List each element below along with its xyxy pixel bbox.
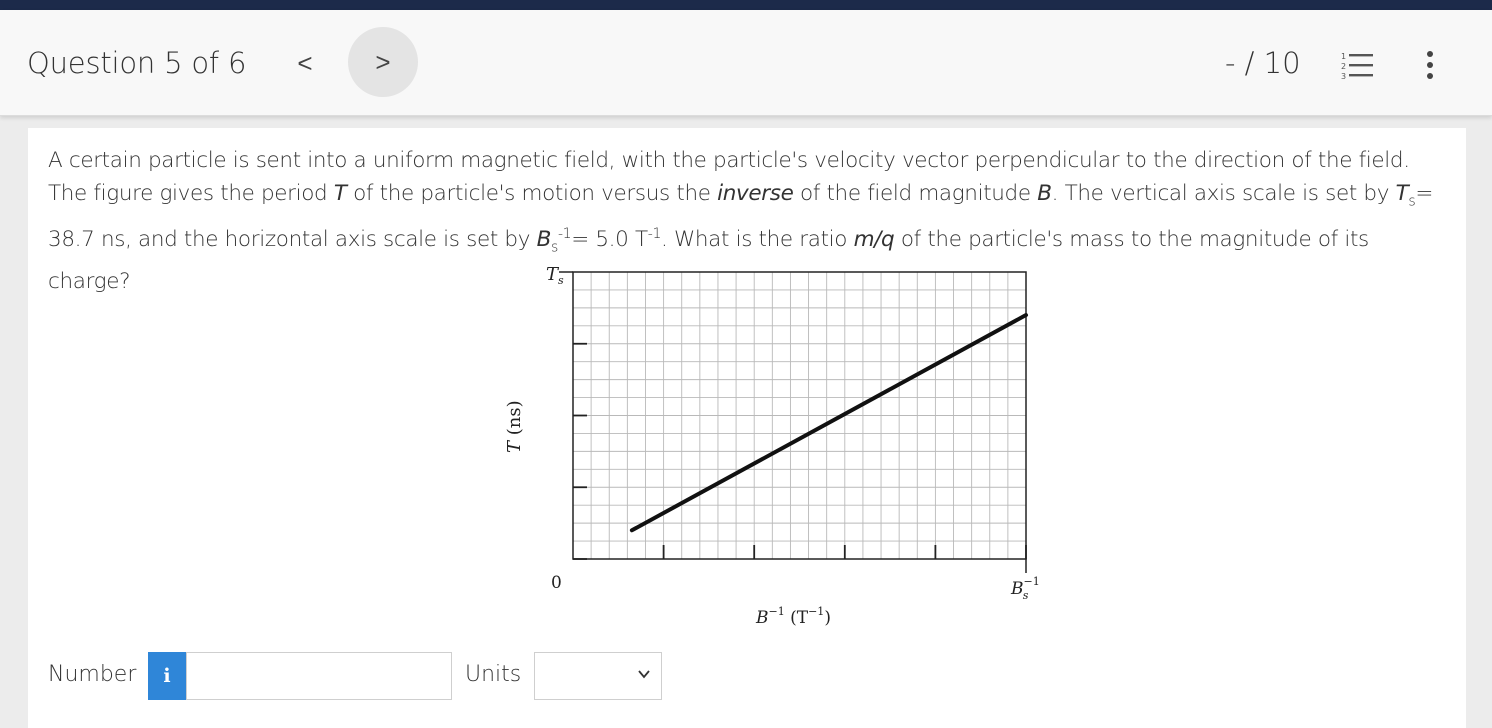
number-label: Number [48, 662, 137, 687]
svg-text:1: 1 [1341, 52, 1346, 61]
score-display: - / 10 [1225, 46, 1301, 80]
chart-grid [573, 272, 1026, 559]
next-question-button[interactable]: > [348, 27, 418, 97]
info-button[interactable]: i [148, 652, 186, 700]
answer-row: Number i Units [0, 650, 1492, 700]
period-vs-inverse-field-chart: Ts T (ns) 0 B−1 s B−1 (T−1) [504, 264, 1040, 628]
svg-text:3: 3 [1341, 72, 1346, 80]
top-strip [0, 0, 1492, 10]
series-line [629, 313, 1028, 533]
units-select[interactable] [534, 652, 662, 700]
y-axis-label: T (ns) [504, 400, 525, 453]
question-card: A certain particle is sent into a unifor… [28, 128, 1466, 728]
svg-text:2: 2 [1341, 62, 1346, 71]
units-label: Units [465, 662, 522, 687]
origin-label: 0 [551, 573, 562, 593]
question-header: Question 5 of 6 < > - / 10 1 2 3 [0, 10, 1492, 116]
chart-ticks [559, 271, 1027, 573]
previous-question-button[interactable]: < [290, 46, 320, 80]
question-counter: Question 5 of 6 [27, 46, 247, 80]
x-end-label: B−1 s [1010, 575, 1040, 602]
more-options-icon[interactable] [1419, 50, 1441, 82]
number-input[interactable] [186, 652, 452, 700]
y-top-label: Ts [546, 264, 564, 287]
question-list-icon[interactable]: 1 2 3 [1340, 50, 1374, 80]
x-axis-label: B−1 (T−1) [755, 605, 831, 628]
chevron-down-icon [638, 670, 650, 679]
